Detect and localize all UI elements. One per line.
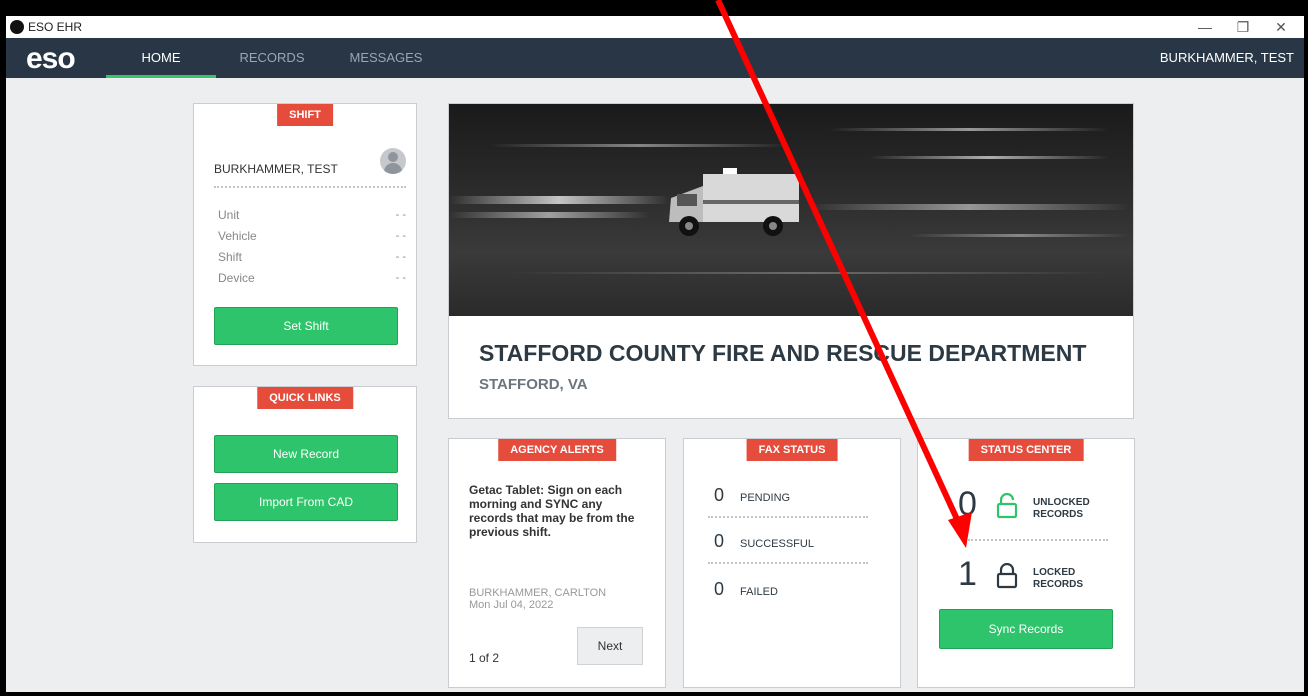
avatar <box>380 148 406 174</box>
unlocked-records-count: 0 <box>958 485 977 523</box>
fax-pending-count: 0 <box>714 485 725 505</box>
shift-user-name: BURKHAMMER, TEST <box>214 162 338 176</box>
main-nav: eso HOME RECORDS MESSAGES BURKHAMMER, TE… <box>6 38 1304 78</box>
quick-links-tag: QUICK LINKS <box>257 387 353 409</box>
shift-card: SHIFT BURKHAMMER, TEST Unit - - Vehicle … <box>193 103 417 366</box>
fax-successful-count: 0 <box>714 531 725 551</box>
restore-icon[interactable]: ❐ <box>1224 16 1262 38</box>
divider <box>708 516 868 518</box>
device-value: - - <box>395 272 406 284</box>
title-bar: ESO EHR — ❐ ✕ <box>6 16 1304 38</box>
unit-label: Unit <box>218 208 240 222</box>
window-title: ESO EHR <box>28 20 83 34</box>
app-window: ESO EHR — ❐ ✕ eso HOME RECORDS MESSAGES … <box>6 16 1304 692</box>
divider <box>708 562 868 564</box>
fax-pending-row: 0 PENDING <box>714 485 790 506</box>
minimize-icon[interactable]: — <box>1186 16 1224 38</box>
active-tab-indicator <box>106 75 216 78</box>
shift-value: - - <box>395 251 406 263</box>
shift-label: Shift <box>218 250 243 264</box>
shift-tag: SHIFT <box>277 104 333 126</box>
tab-records[interactable]: RECORDS <box>222 38 322 78</box>
fax-successful-label: SUCCESSFUL <box>740 538 814 550</box>
fax-failed-row: 0 FAILED <box>714 579 778 600</box>
ambulance-photo <box>449 104 1133 316</box>
fax-successful-row: 0 SUCCESSFUL <box>714 531 814 552</box>
fax-failed-count: 0 <box>714 579 725 599</box>
eso-app-icon <box>10 20 24 34</box>
fax-status-card: FAX STATUS 0 PENDING 0 SUCCESSFUL 0 FAIL… <box>683 438 901 688</box>
locked-label-2: RECORDS <box>1033 579 1084 590</box>
locked-records-count: 1 <box>958 555 977 593</box>
eso-logo: eso <box>26 42 76 75</box>
agency-location: STAFFORD, VA <box>479 376 588 393</box>
set-shift-button[interactable]: Set Shift <box>214 307 398 345</box>
new-record-button[interactable]: New Record <box>214 435 398 473</box>
sync-records-button[interactable]: Sync Records <box>939 609 1113 649</box>
unlocked-label-1: UNLOCKED <box>1033 497 1090 508</box>
locked-lock-icon <box>996 563 1018 589</box>
alert-author: BURKHAMMER, CARLTON <box>469 587 607 599</box>
quick-links-card: QUICK LINKS New Record Import From CAD <box>193 386 417 543</box>
alert-message: Getac Tablet: Sign on each morning and S… <box>469 483 635 539</box>
window-controls: — ❐ ✕ <box>1186 16 1300 38</box>
agency-name: STAFFORD COUNTY FIRE AND RESCUE DEPARTME… <box>479 340 1087 366</box>
divider <box>214 186 406 188</box>
vehicle-value: - - <box>395 230 406 242</box>
divider <box>968 539 1108 541</box>
fax-failed-label: FAILED <box>740 586 778 598</box>
status-center-tag: STATUS CENTER <box>968 439 1084 461</box>
locked-label-1: LOCKED <box>1033 567 1076 578</box>
current-user[interactable]: BURKHAMMER, TEST <box>1160 38 1294 78</box>
agency-alerts-tag: AGENCY ALERTS <box>498 439 616 461</box>
device-label: Device <box>218 271 255 285</box>
ambulance-icon <box>669 168 799 236</box>
next-alert-button[interactable]: Next <box>577 627 643 665</box>
unlocked-label-2: RECORDS <box>1033 509 1084 520</box>
status-center-card: STATUS CENTER 0 UNLOCKED RECORDS 1 LOCKE… <box>917 438 1135 688</box>
fax-status-tag: FAX STATUS <box>746 439 838 461</box>
unit-value: - - <box>395 209 406 221</box>
vehicle-label: Vehicle <box>218 229 257 243</box>
alert-pagination: 1 of 2 <box>469 651 500 665</box>
agency-alerts-card: AGENCY ALERTS Getac Tablet: Sign on each… <box>448 438 666 688</box>
alert-date: Mon Jul 04, 2022 <box>469 599 554 611</box>
tab-messages[interactable]: MESSAGES <box>336 38 436 78</box>
import-from-cad-button[interactable]: Import From CAD <box>214 483 398 521</box>
close-icon[interactable]: ✕ <box>1262 16 1300 38</box>
fax-pending-label: PENDING <box>740 492 791 504</box>
agency-card: STAFFORD COUNTY FIRE AND RESCUE DEPARTME… <box>448 103 1134 419</box>
unlocked-lock-icon <box>996 493 1018 519</box>
tab-home[interactable]: HOME <box>106 38 216 78</box>
